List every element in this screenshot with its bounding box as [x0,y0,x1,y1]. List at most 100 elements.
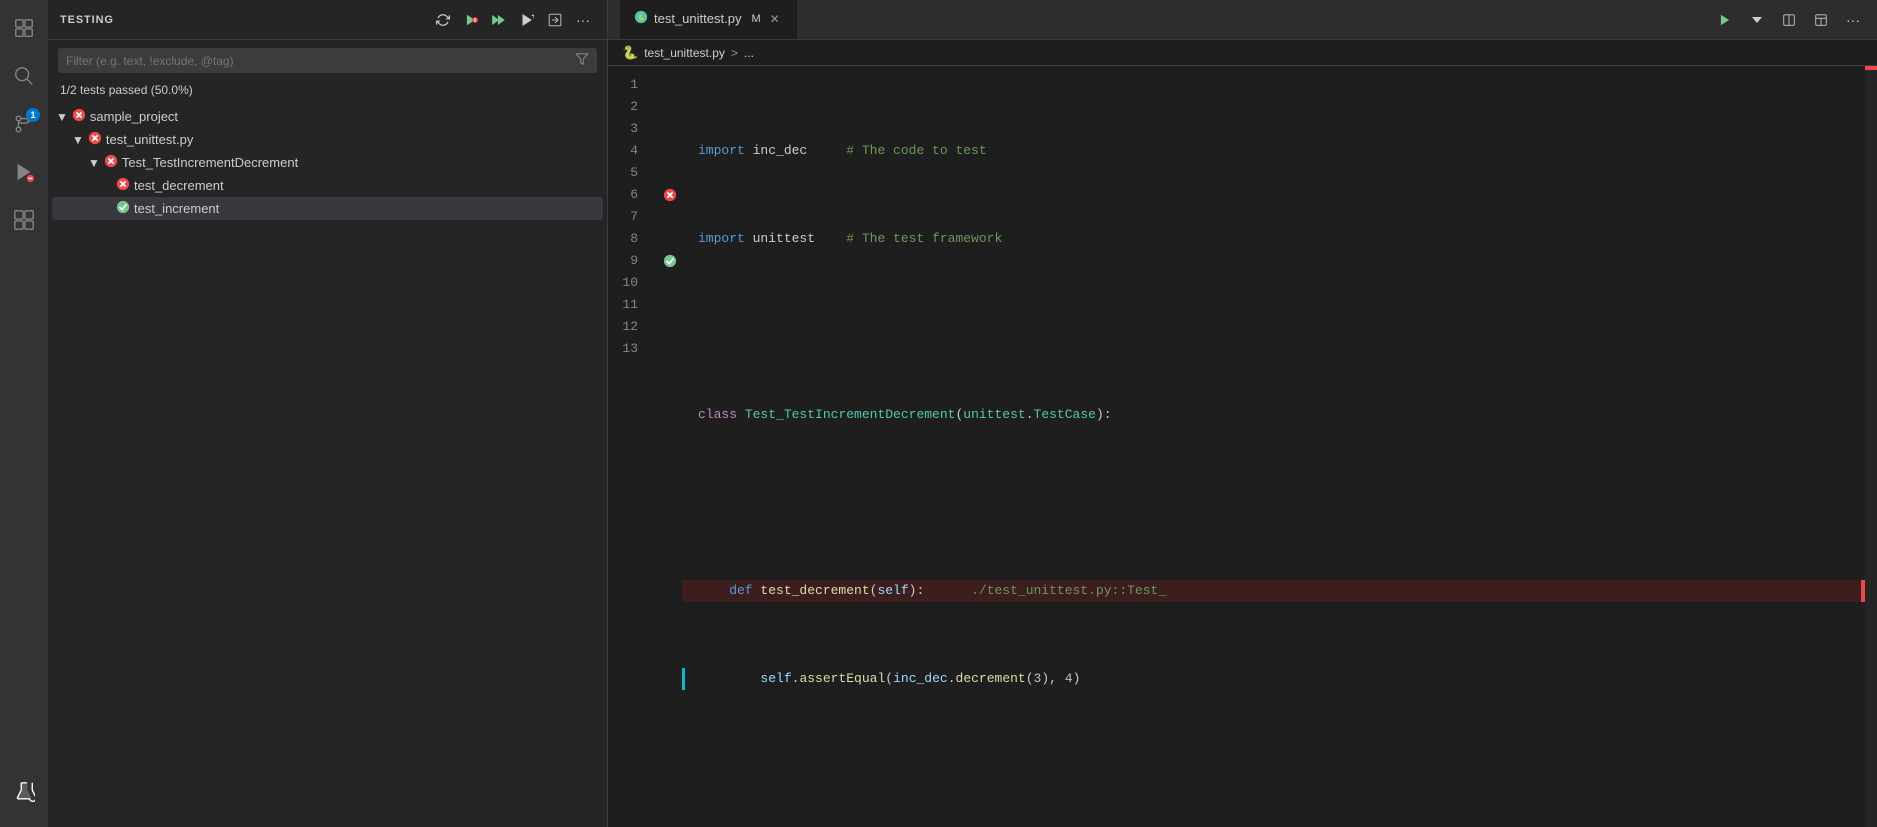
code-line-2: import unittest # The test framework [682,228,1865,250]
tree-item-test-increment[interactable]: test_increment [52,197,603,220]
line-num: 12 [608,316,650,338]
sidebar-actions: ··· [431,8,595,32]
more-editor-button[interactable]: ··· [1841,8,1865,32]
editor-toolbar-right: ··· [1713,8,1865,32]
cyan-border [682,668,685,690]
go-to-test-button[interactable] [543,8,567,32]
tree-item-test-file[interactable]: ▼ test_unittest.py [52,128,603,151]
run-all-tests-button[interactable] [487,8,511,32]
refresh-tests-button[interactable] [431,8,455,32]
gutter-line-11 [658,294,682,316]
more-actions-button[interactable]: ··· [571,8,595,32]
filter-bar [58,48,597,73]
run-tests-button[interactable] [459,8,483,32]
filter-input[interactable] [66,54,571,68]
token [737,404,745,426]
token: 4 [1065,668,1073,690]
breadcrumb-filename[interactable]: test_unittest.py [644,46,725,60]
tree-item-test-decrement[interactable]: test_decrement [52,174,603,197]
gutter-line-2 [658,96,682,118]
token: self [760,668,791,690]
line-num: 3 [608,118,650,140]
line-num: 9 [608,250,650,272]
line-num: 2 [608,96,650,118]
code-line-6: def test_decrement(self): ./test_unittes… [682,580,1865,602]
token: decrement [956,668,1026,690]
line-num: 6 [608,184,650,206]
line-num: 7 [608,206,650,228]
token: ( [885,668,893,690]
line-num: 5 [608,162,650,184]
code-line-3 [682,316,1865,338]
gutter-line-8 [658,228,682,250]
source-control-icon[interactable]: 1 [4,104,44,144]
token: ( [870,580,878,602]
fail-icon [104,154,118,171]
gutter [658,66,682,827]
extensions-icon[interactable] [4,200,44,240]
line-num: 4 [608,140,650,162]
tree-item-sample-project[interactable]: ▼ sample_project [52,105,603,128]
line-num: 1 [608,74,650,96]
code-line-1: import inc_dec # The code to test [682,140,1865,162]
run-dropdown-button[interactable] [1745,8,1769,32]
token: ): [1096,404,1112,426]
tree-item-test-class[interactable]: ▼ Test_TestIncrementDecrement [52,151,603,174]
tree-label: Test_TestIncrementDecrement [122,155,298,170]
tree-label: test_unittest.py [106,132,193,147]
tab-modified-indicator: M [751,13,760,25]
breadcrumb-file-icon: 🐍 [622,45,638,61]
error-scroll-marker [1865,66,1877,70]
gutter-line-13 [658,338,682,360]
fail-icon [72,108,86,125]
code-editor[interactable]: 1 2 3 4 5 6 7 8 9 10 11 12 13 [608,66,1877,827]
token: ./test_unittest.py::Test_ [971,580,1166,602]
token: # The test framework [846,228,1002,250]
token: TestCase [1034,404,1096,426]
tab-filename: test_unittest.py [654,11,741,26]
token: inc_dec [745,140,846,162]
run-debug-icon[interactable] [4,152,44,192]
line-num: 8 [608,228,650,250]
run-editor-button[interactable] [1713,8,1737,32]
gutter-line-7 [658,206,682,228]
gutter-line-6 [658,184,682,206]
filter-icon [575,52,589,69]
source-control-badge: 1 [26,108,40,122]
chevron-icon: ▼ [56,110,68,124]
token: test_decrement [760,580,869,602]
token: assertEqual [799,668,885,690]
explorer-icon[interactable] [4,8,44,48]
search-icon[interactable] [4,56,44,96]
breadcrumb-more[interactable]: ... [744,46,754,60]
fail-icon [116,177,130,194]
token: ): [909,580,925,602]
fail-icon [88,131,102,148]
chevron-icon: ▼ [88,156,100,170]
gutter-line-5 [658,162,682,184]
line-num: 11 [608,294,650,316]
gutter-line-9 [658,250,682,272]
tabs-row: 🐍 test_unittest.py M ✕ [620,0,797,39]
token: Test_TestIncrementDecrement [745,404,956,426]
breadcrumb: 🐍 test_unittest.py > ... [608,40,1877,66]
code-line-5 [682,492,1865,514]
code-content[interactable]: import inc_dec # The code to test import… [682,66,1865,827]
gutter-line-10 [658,272,682,294]
test-stats: 1/2 tests passed (50.0%) [48,81,607,105]
activity-bar: 1 [0,0,48,827]
python-file-icon: 🐍 [634,10,648,27]
layout-button[interactable] [1809,8,1833,32]
gutter-line-4 [658,140,682,162]
line-numbers: 1 2 3 4 5 6 7 8 9 10 11 12 13 [608,66,658,827]
split-editor-button[interactable] [1777,8,1801,32]
test-beaker-icon[interactable] [4,771,44,811]
editor-scrollbar[interactable] [1865,66,1877,827]
token: . [948,668,956,690]
tab-close-button[interactable]: ✕ [767,11,783,27]
debug-tests-button[interactable] [515,8,539,32]
code-line-4: class Test_TestIncrementDecrement(unitte… [682,404,1865,426]
chevron-icon: ▼ [72,133,84,147]
tab-test-unittest[interactable]: 🐍 test_unittest.py M ✕ [620,0,797,39]
editor-topbar: 🐍 test_unittest.py M ✕ [608,0,1877,40]
